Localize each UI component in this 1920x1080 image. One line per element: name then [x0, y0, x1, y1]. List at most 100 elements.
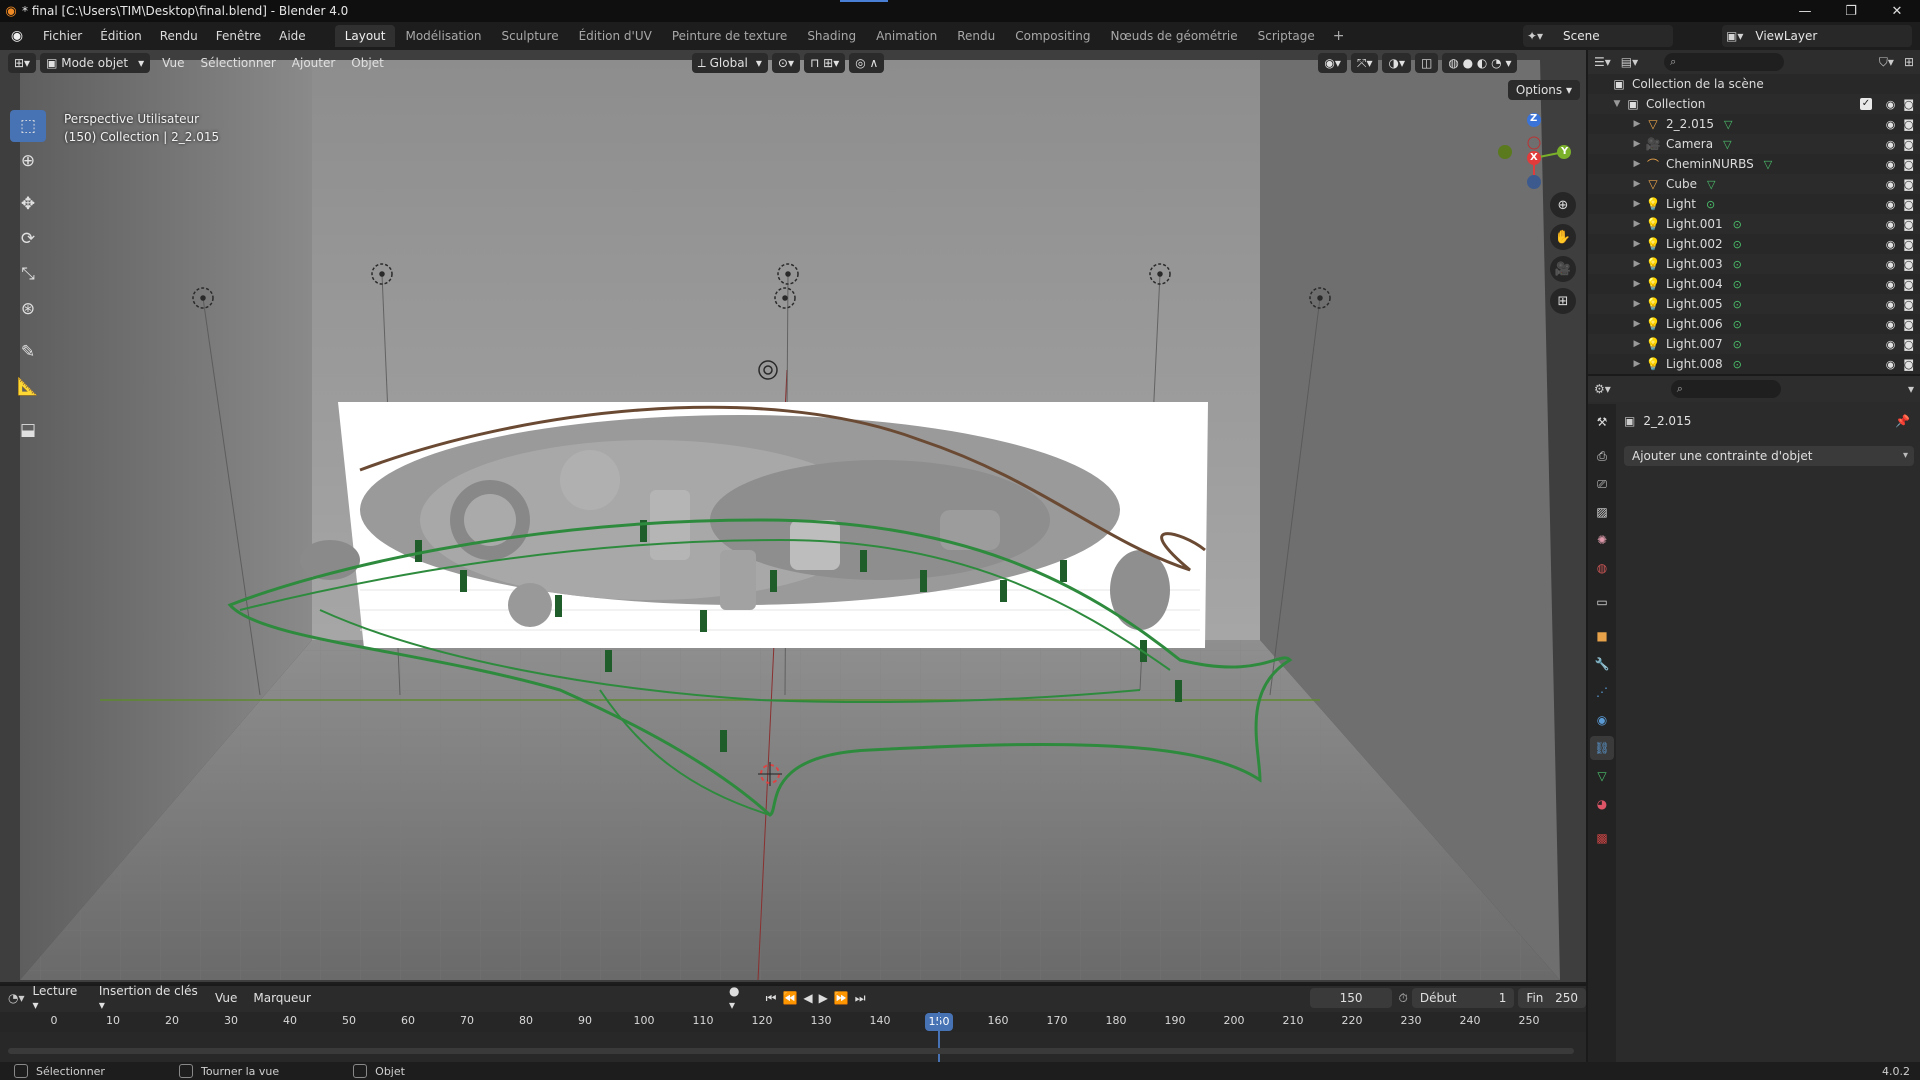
- visibility-button[interactable]: ◉▾: [1318, 53, 1347, 73]
- transform-tool[interactable]: ⊛: [10, 293, 46, 325]
- expand-arrow-icon[interactable]: ▶: [1630, 239, 1644, 249]
- add-object-constraint-dropdown[interactable]: Ajouter une contrainte d'objet ▾: [1624, 446, 1914, 466]
- eye-icon[interactable]: ◉: [1886, 178, 1896, 191]
- data-link-icon[interactable]: ⊙: [1733, 218, 1742, 231]
- perspective-grid-icon[interactable]: ⊞: [1550, 288, 1576, 314]
- expand-arrow-icon[interactable]: ▶: [1630, 219, 1644, 229]
- tab-modeling[interactable]: Modélisation: [395, 25, 491, 47]
- data-link-icon[interactable]: ⊙: [1733, 278, 1742, 291]
- eye-icon[interactable]: ◉: [1886, 138, 1896, 151]
- outliner-item[interactable]: ▶ 🎥 Camera ▽ ◉ ◙: [1588, 134, 1920, 154]
- outliner-search-input[interactable]: ⌕: [1664, 53, 1785, 71]
- mode-selector[interactable]: ▣ Mode objet ▾: [40, 53, 151, 73]
- data-tab-icon[interactable]: ▽: [1590, 764, 1614, 788]
- render-camera-icon[interactable]: ◙: [1903, 278, 1914, 291]
- menu-render[interactable]: Rendu: [151, 22, 207, 50]
- blender-menu-icon[interactable]: ◉: [0, 28, 34, 44]
- scale-tool[interactable]: ⤡: [10, 258, 46, 290]
- eye-icon[interactable]: ◉: [1886, 218, 1896, 231]
- expand-arrow-icon[interactable]: ▶: [1630, 159, 1644, 169]
- data-link-icon[interactable]: ▽: [1707, 178, 1715, 191]
- material-tab-icon[interactable]: ◕: [1590, 792, 1614, 816]
- render-camera-icon[interactable]: ◙: [1903, 338, 1914, 351]
- minimize-icon[interactable]: —: [1782, 0, 1828, 22]
- eye-icon[interactable]: ◉: [1886, 258, 1896, 271]
- tab-uv-editing[interactable]: Édition d'UV: [569, 25, 662, 47]
- output-tab-icon[interactable]: ⎚: [1590, 472, 1614, 496]
- data-link-icon[interactable]: ⊙: [1733, 318, 1742, 331]
- menu-add[interactable]: Ajouter: [284, 56, 344, 70]
- render-camera-icon[interactable]: ◙: [1903, 138, 1914, 151]
- eye-icon[interactable]: ◉: [1886, 358, 1896, 371]
- timeline-view-menu[interactable]: Vue: [207, 991, 245, 1005]
- constraints-tab-icon[interactable]: ⛓: [1590, 736, 1614, 760]
- playback-controls[interactable]: ⏮⏪◀▶⏩⏭: [766, 991, 872, 1006]
- data-link-icon[interactable]: ▽: [1764, 158, 1772, 171]
- annotate-tool[interactable]: ✎: [10, 336, 46, 368]
- menu-edit[interactable]: Édition: [91, 22, 151, 50]
- outliner-item[interactable]: ▶ 💡 Light ⊙ ◉ ◙: [1588, 194, 1920, 214]
- scene-tab-icon[interactable]: ✺: [1590, 528, 1614, 552]
- 3d-viewport[interactable]: Z Y X ⊞▾ ▣ Mode objet ▾ Vue Sélectionner…: [0, 50, 1586, 982]
- data-link-icon[interactable]: ⊙: [1733, 258, 1742, 271]
- physics-tab-icon[interactable]: ◉: [1590, 708, 1614, 732]
- outliner-item[interactable]: ▶ ▽ Cube ▽ ◉ ◙: [1588, 174, 1920, 194]
- start-frame-field[interactable]: Début 1: [1411, 988, 1515, 1008]
- expand-arrow-icon[interactable]: ▶: [1630, 279, 1644, 289]
- menu-view[interactable]: Vue: [154, 56, 192, 70]
- outliner-item[interactable]: ▶ 💡 Light.002 ⊙ ◉ ◙: [1588, 234, 1920, 254]
- render-camera-icon[interactable]: ◙: [1903, 158, 1914, 171]
- expand-arrow-icon[interactable]: ▼: [1610, 99, 1624, 109]
- new-collection-icon[interactable]: ⊞: [1904, 55, 1914, 69]
- keyframe-track[interactable]: [0, 1032, 1586, 1062]
- object-tab-icon[interactable]: ■: [1590, 624, 1614, 648]
- data-link-icon[interactable]: ▽: [1723, 138, 1731, 151]
- tab-layout[interactable]: Layout: [334, 25, 396, 47]
- outliner-item[interactable]: ▶ 💡 Light.008 ⊙ ◉ ◙: [1588, 354, 1920, 374]
- proportional-edit-button[interactable]: ◎ ∧: [849, 53, 885, 73]
- select-box-tool[interactable]: ⬚: [10, 110, 46, 142]
- properties-editor-icon[interactable]: ⚙▾: [1594, 382, 1611, 396]
- render-camera-icon[interactable]: ◙: [1903, 358, 1914, 371]
- options-button[interactable]: Options ▾: [1507, 80, 1580, 100]
- zoom-icon[interactable]: ⊕: [1550, 192, 1576, 218]
- pin-icon[interactable]: 📌: [1895, 414, 1910, 428]
- clock-icon[interactable]: ⏱: [1398, 991, 1407, 1006]
- tab-rendering[interactable]: Rendu: [947, 25, 1005, 47]
- exclude-checkbox[interactable]: ✓: [1860, 98, 1872, 110]
- display-mode-icon[interactable]: ▤▾: [1621, 55, 1638, 69]
- rotate-tool[interactable]: ⟳: [10, 223, 46, 255]
- cursor-tool[interactable]: ⊕: [10, 145, 46, 177]
- data-link-icon[interactable]: ⊙: [1733, 298, 1742, 311]
- tab-animation[interactable]: Animation: [866, 25, 947, 47]
- menu-file[interactable]: Fichier: [34, 22, 91, 50]
- render-tab-icon[interactable]: ⎙: [1590, 444, 1614, 468]
- overlay-toggle[interactable]: ◑▾: [1382, 53, 1411, 73]
- measure-tool[interactable]: 📐: [10, 371, 46, 403]
- tab-compositing[interactable]: Compositing: [1005, 25, 1100, 47]
- eye-icon[interactable]: ◉: [1886, 338, 1896, 351]
- render-camera-icon[interactable]: ◙: [1903, 318, 1914, 331]
- properties-search-input[interactable]: ⌕: [1670, 380, 1781, 398]
- menu-object[interactable]: Objet: [343, 56, 391, 70]
- data-link-icon[interactable]: ⊙: [1706, 198, 1715, 211]
- scene-collection-row[interactable]: ▣ Collection de la scène: [1588, 74, 1920, 94]
- pan-hand-icon[interactable]: ✋: [1550, 224, 1576, 250]
- outliner-item[interactable]: ▶ 💡 Light.007 ⊙ ◉ ◙: [1588, 334, 1920, 354]
- view-layer-selector[interactable]: ▣▾ ViewLayer: [1722, 25, 1912, 47]
- data-link-icon[interactable]: ⊙: [1733, 238, 1742, 251]
- view-layer-tab-icon[interactable]: ▨: [1590, 500, 1614, 524]
- eye-icon[interactable]: ◉: [1886, 238, 1896, 251]
- render-camera-icon[interactable]: ◙: [1903, 238, 1914, 251]
- expand-arrow-icon[interactable]: ▶: [1630, 119, 1644, 129]
- outliner-item[interactable]: ▶ 💡 Light.006 ⊙ ◉ ◙: [1588, 314, 1920, 334]
- outliner-item[interactable]: ▶ 💡 Light.004 ⊙ ◉ ◙: [1588, 274, 1920, 294]
- transform-orientation-selector[interactable]: ⟂ Global ▾: [691, 53, 768, 73]
- modifier-tab-icon[interactable]: 🔧: [1590, 652, 1614, 676]
- shading-modes[interactable]: ◍ ● ◐ ◔ ▾: [1442, 53, 1518, 73]
- eye-icon[interactable]: ◉: [1886, 278, 1896, 291]
- camera-view-icon[interactable]: 🎥: [1550, 256, 1576, 282]
- render-camera-icon[interactable]: ◙: [1903, 258, 1914, 271]
- render-camera-icon[interactable]: ◙: [1903, 218, 1914, 231]
- move-tool[interactable]: ✥: [10, 188, 46, 220]
